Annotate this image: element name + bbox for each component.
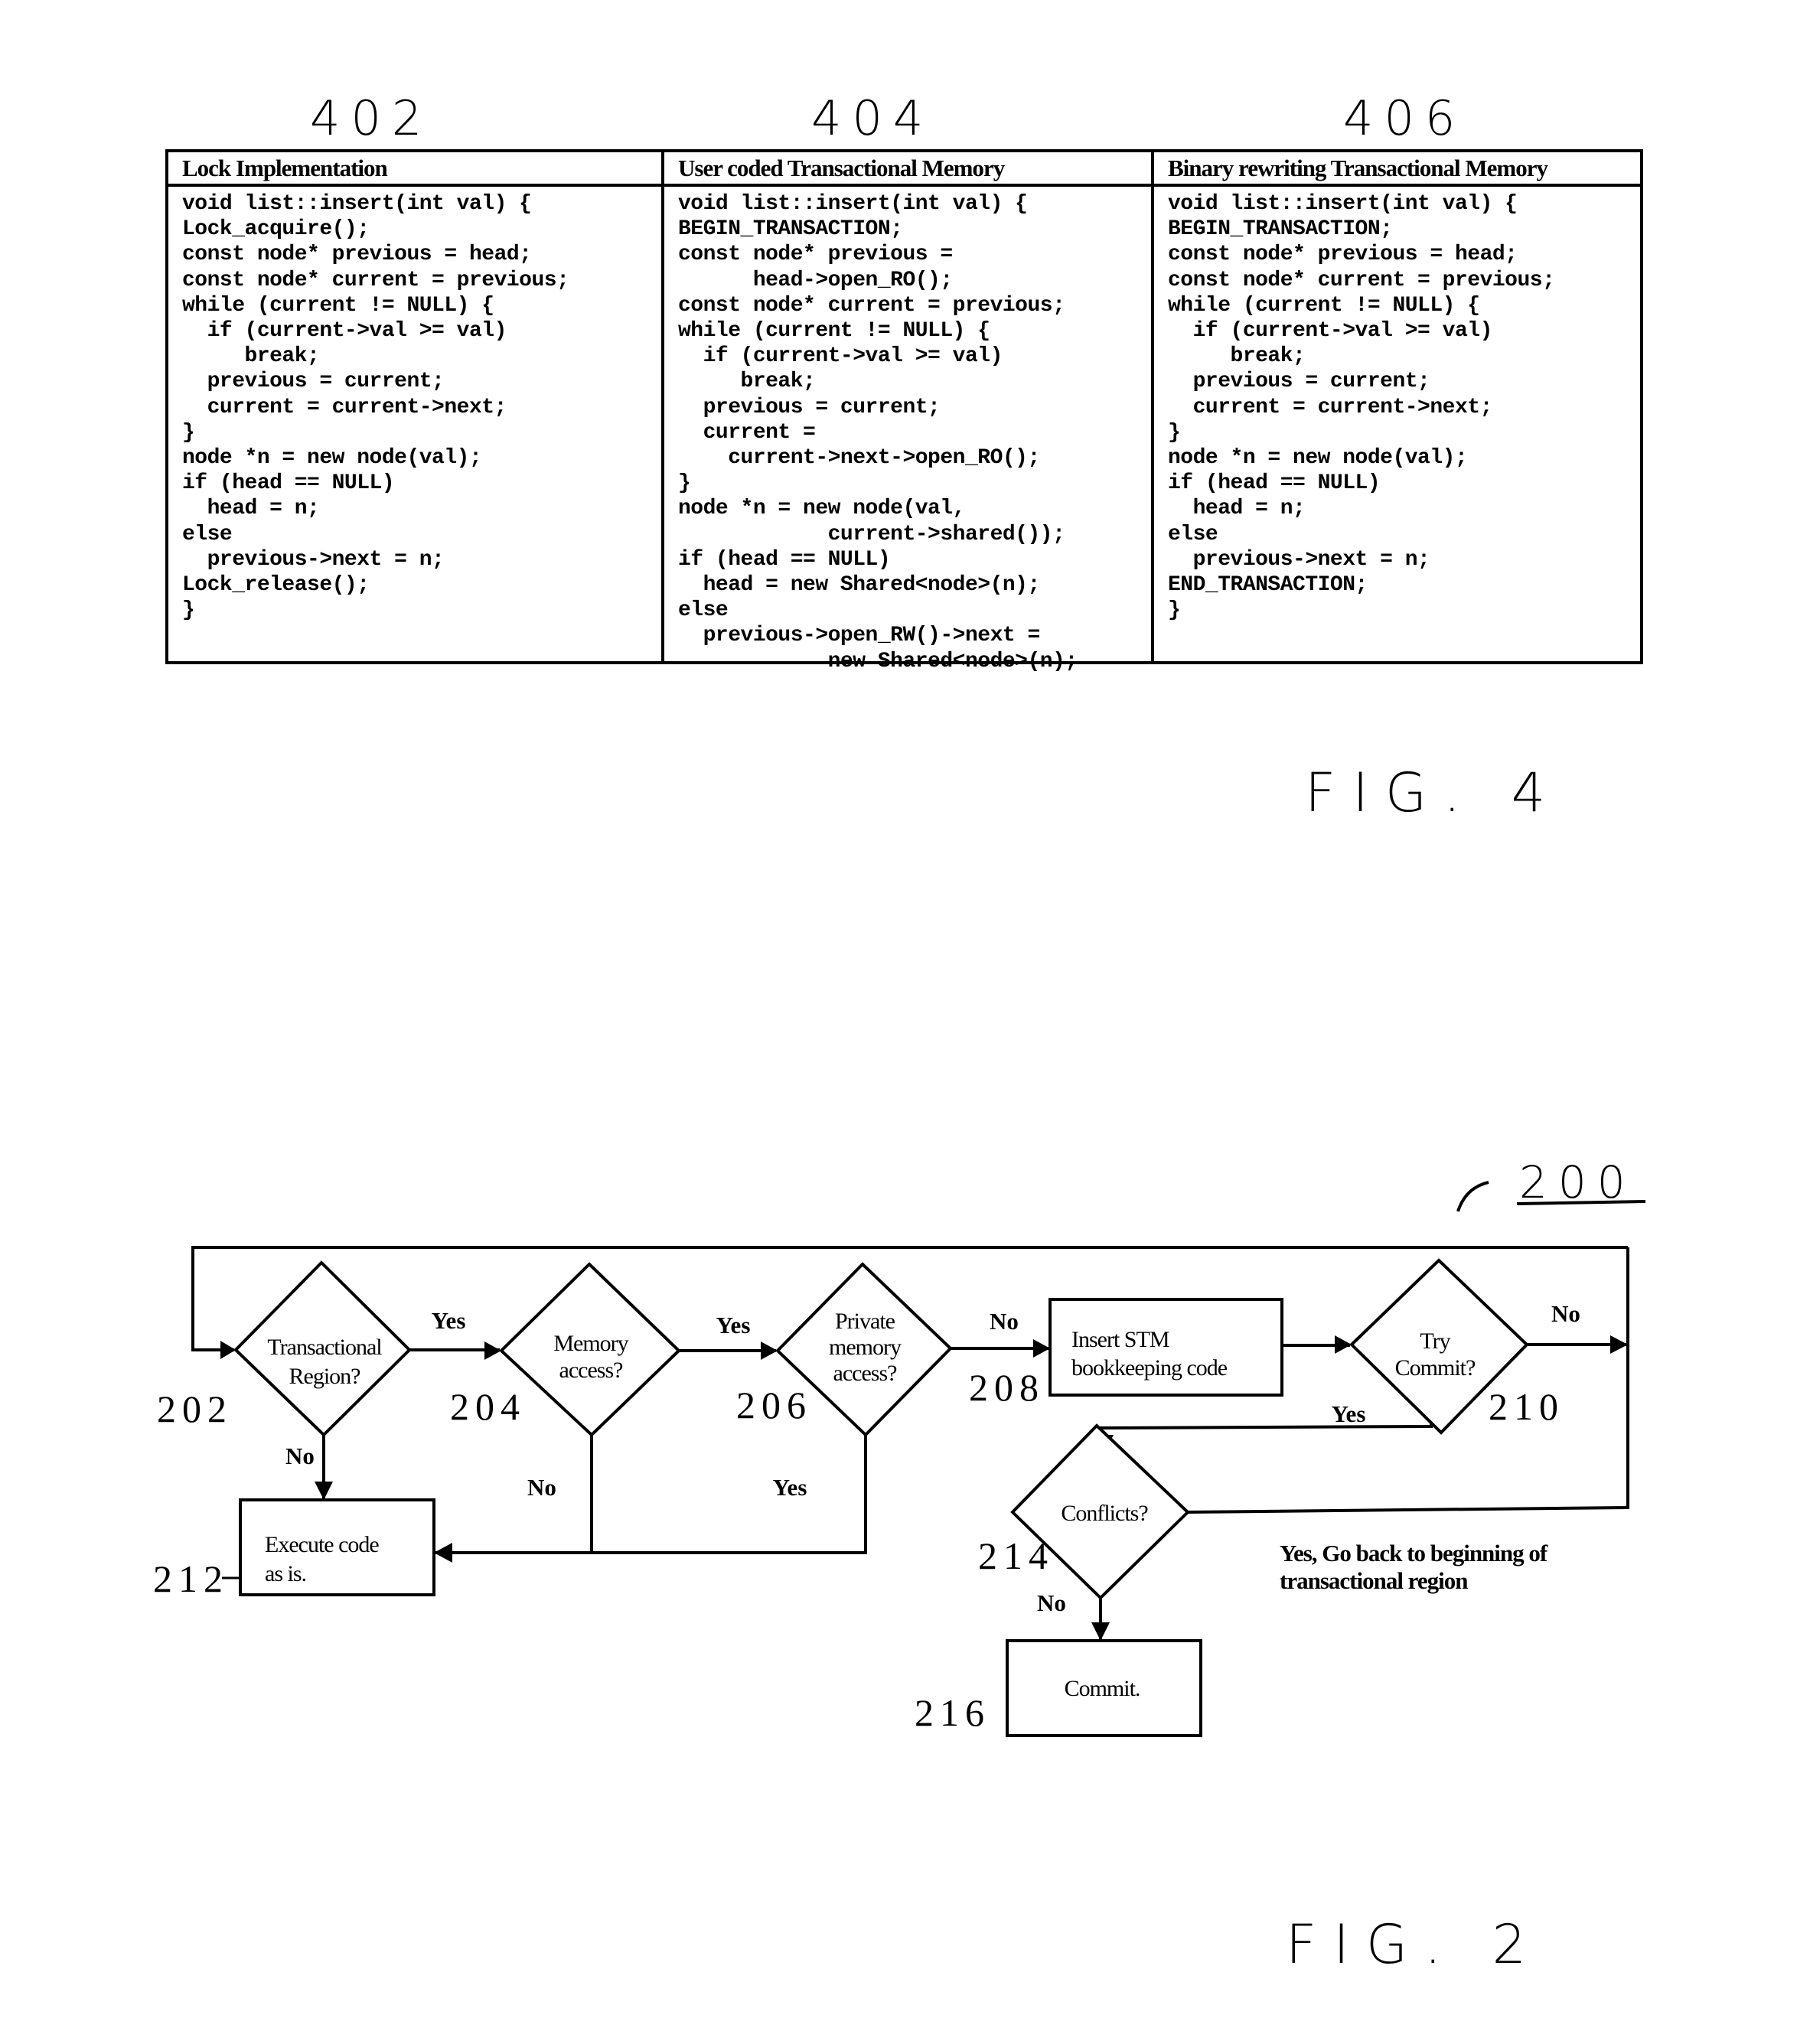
edge-label-no: No [1551,1300,1580,1327]
node-212-label: as is. [265,1561,306,1586]
node-206-label: access? [833,1361,898,1386]
node-204-label: Memory [553,1331,628,1356]
edge-label-no: No [527,1474,556,1501]
ref-204: 204 [450,1385,526,1428]
edge-label-yes: Yes [716,1312,751,1338]
edge-label-no: No [285,1443,315,1469]
node-212-label: Execute code [265,1532,379,1557]
ref-212: 212 [153,1557,229,1600]
ref-208: 208 [969,1366,1045,1409]
node-216-label: Commit. [1065,1676,1140,1701]
ref-202: 202 [157,1387,233,1430]
loop-note: Yes, Go back to beginning of [1280,1540,1548,1566]
node-206-label: Private [835,1309,895,1334]
edge-label-yes: Yes [1332,1400,1366,1427]
node-206-label: memory [829,1335,902,1360]
node-214-label: Conflicts? [1061,1501,1148,1526]
loop-note: transactional region [1280,1567,1468,1594]
node-210-label: Try [1420,1328,1450,1354]
node-208-label: bookkeeping code [1071,1355,1228,1381]
node-202-label: Region? [289,1364,361,1389]
arrowhead [1091,1622,1110,1641]
edge-label-no: No [1037,1589,1066,1616]
edge-label-yes: Yes [773,1474,807,1501]
figure-label-fig2: FIG. 2 [1286,1913,1544,1976]
node-210-label: Commit? [1395,1355,1476,1381]
node-208-label: Insert STM [1071,1327,1169,1352]
ref-206: 206 [736,1384,812,1426]
ref-200-hook [1456,1181,1489,1212]
edge-label-yes: Yes [432,1307,466,1334]
arrowhead [220,1341,236,1359]
arrowhead [434,1543,452,1563]
arrowhead [1335,1335,1352,1354]
arrowhead [1033,1339,1050,1358]
node-202-label: Transactional [267,1335,382,1360]
edge-label-no: No [990,1308,1019,1335]
arrowhead [315,1482,333,1500]
ref-214: 214 [978,1534,1054,1577]
ref-210: 210 [1489,1385,1564,1428]
arrowhead [484,1341,501,1360]
node-204-label: access? [559,1358,624,1383]
arrowhead [1610,1335,1628,1354]
ref-216: 216 [915,1691,990,1734]
edge-210-214 [1097,1404,1433,1458]
arrowhead [761,1341,778,1360]
flowchart: Transactional Region? Memory access? Pri… [153,1156,1646,1737]
